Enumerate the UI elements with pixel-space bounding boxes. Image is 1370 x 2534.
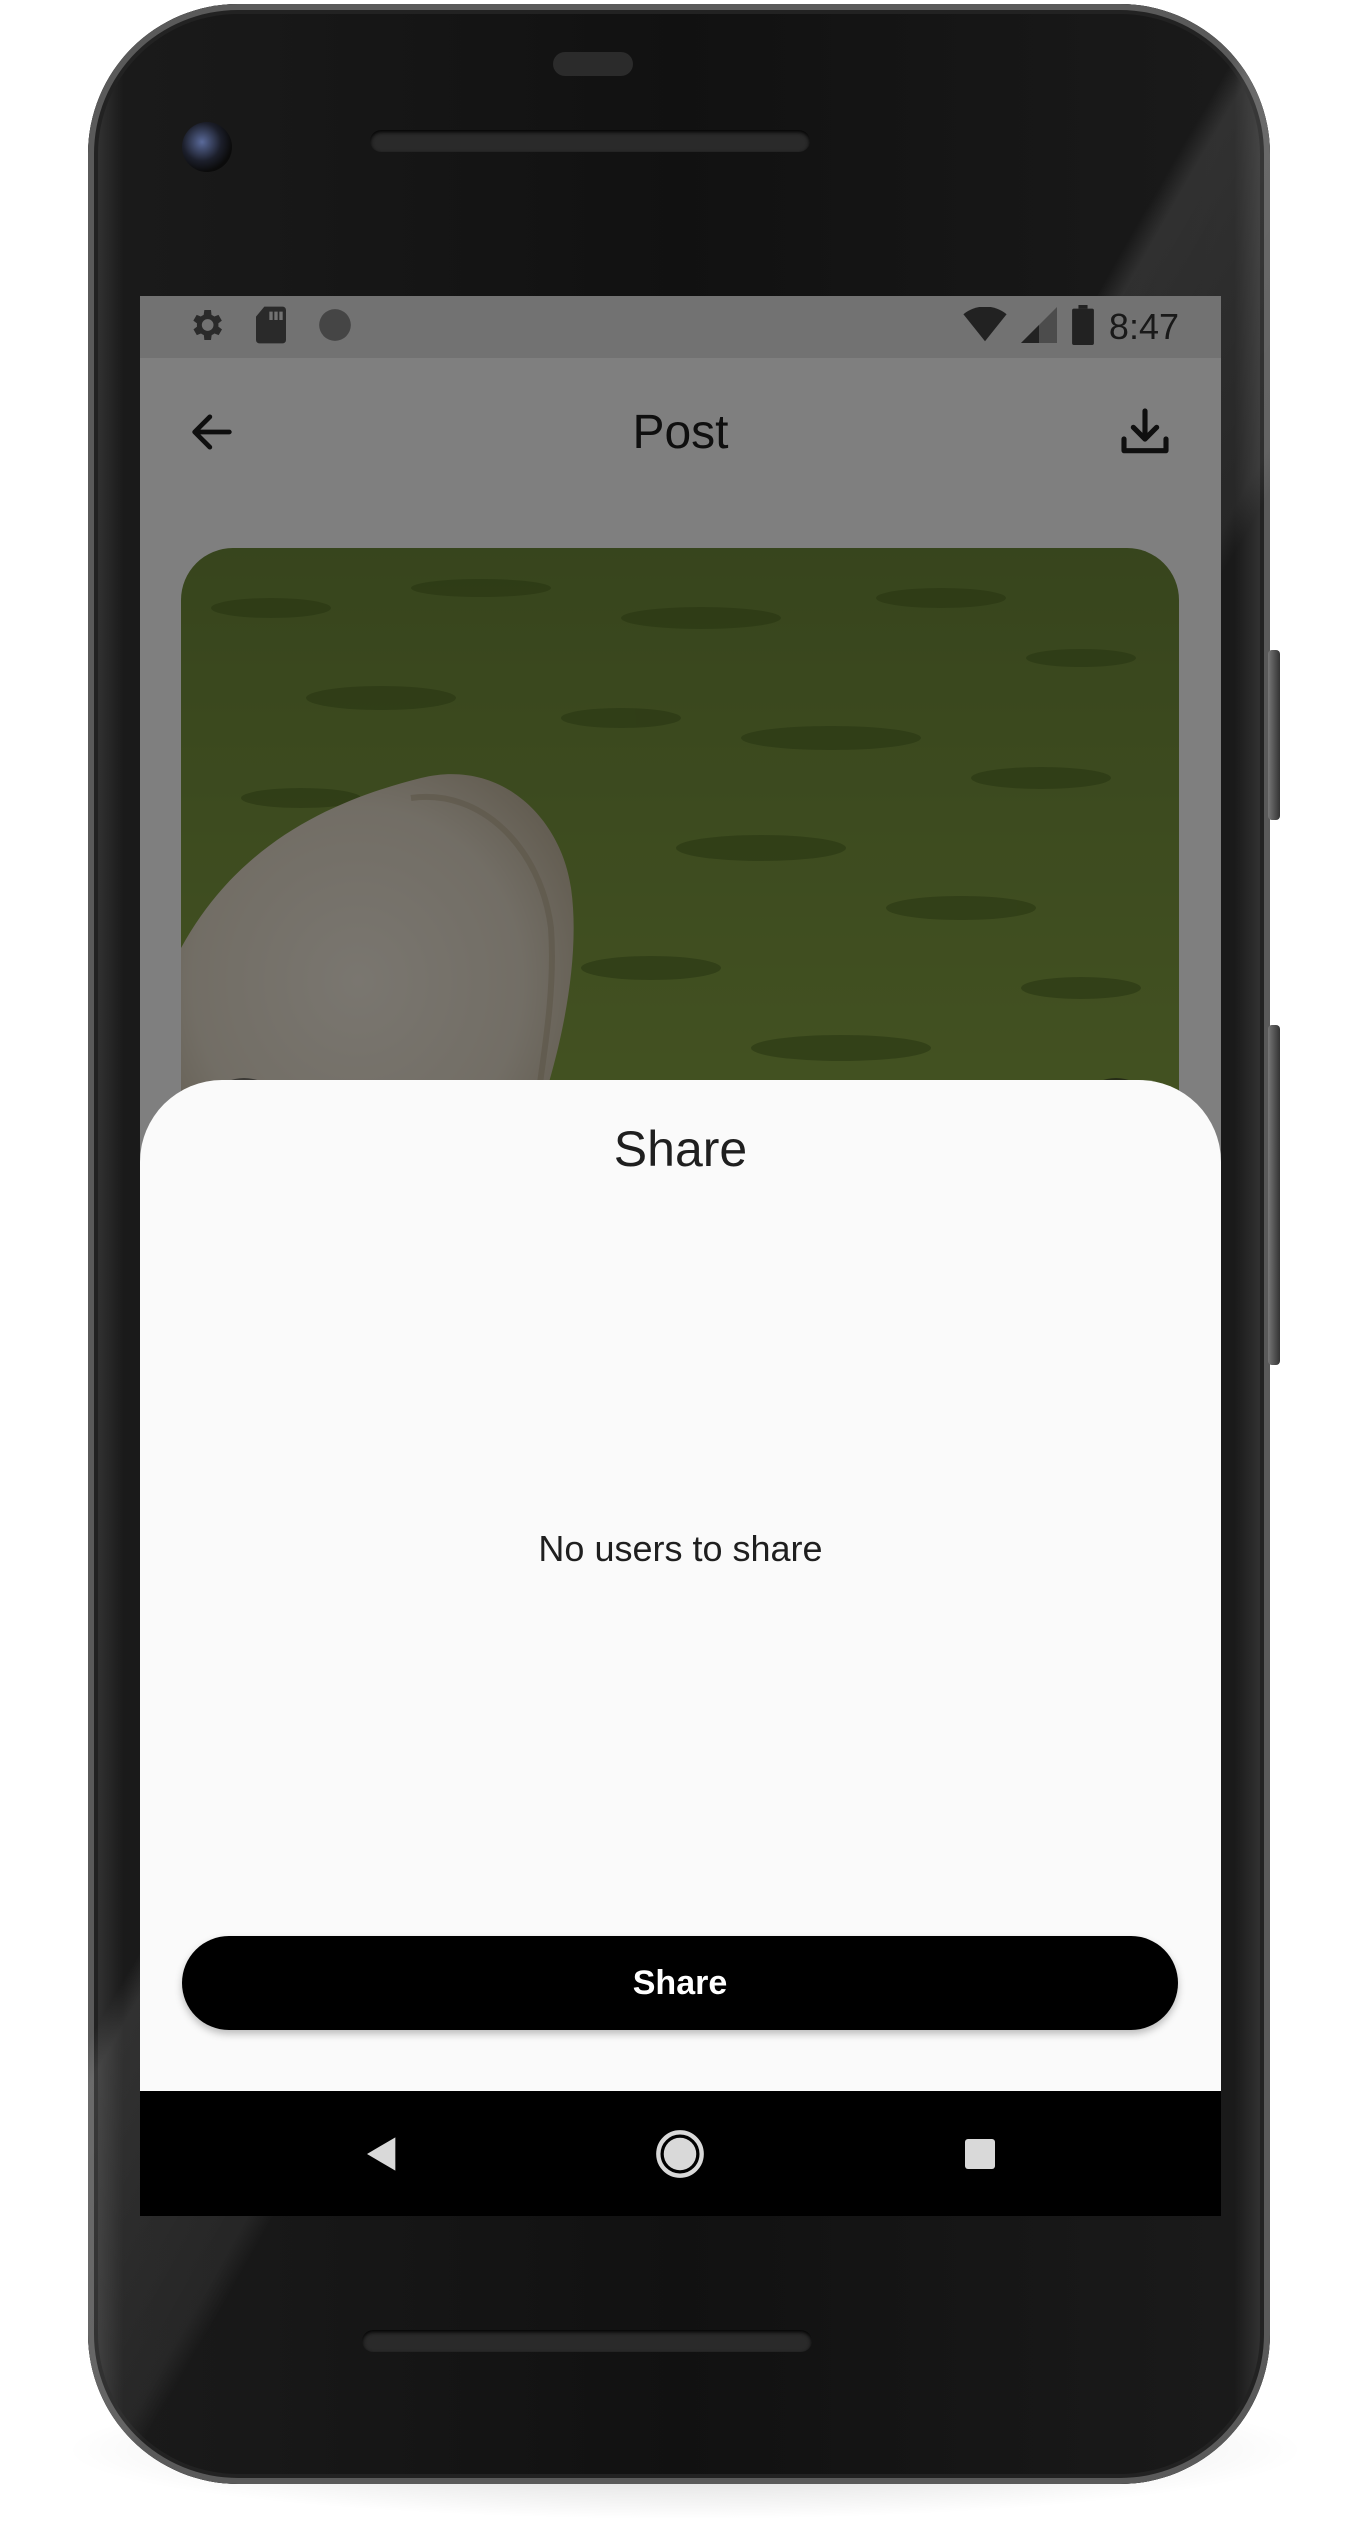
share-sheet-title: Share (613, 1121, 748, 1177)
nav-home-button[interactable] (620, 2091, 740, 2216)
screen: 8:47 Post (140, 296, 1221, 2091)
share-button[interactable]: Share (182, 1936, 1178, 2030)
power-button (1268, 650, 1280, 820)
bottom-speaker (362, 2330, 812, 2352)
empty-users-message: No users to share (538, 1528, 823, 1569)
proximity-sensor (553, 52, 633, 76)
share-bottom-sheet: Share No users to share Share (140, 1080, 1221, 2091)
front-camera (182, 122, 232, 172)
earpiece-speaker (370, 130, 810, 152)
system-nav-bar (140, 2091, 1221, 2216)
nav-recents-button[interactable] (920, 2091, 1040, 2216)
nav-back-icon (367, 2136, 396, 2171)
nav-back-button[interactable] (322, 2091, 442, 2216)
volume-button (1268, 1025, 1280, 1365)
nav-recents-icon (965, 2138, 995, 2169)
nav-home-icon (656, 2129, 704, 2178)
